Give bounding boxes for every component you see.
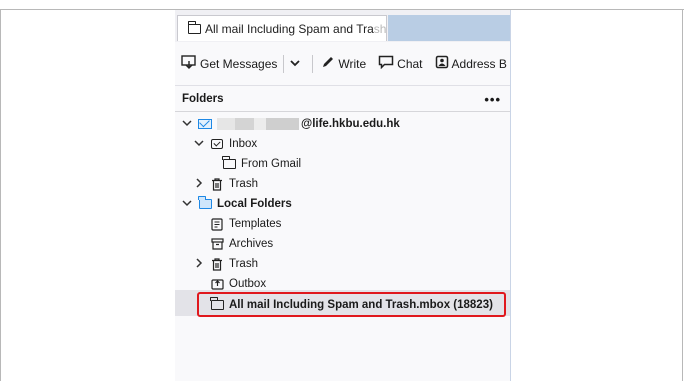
chevron-right-icon[interactable] <box>193 257 205 271</box>
more-menu-icon[interactable]: ••• <box>484 92 501 107</box>
outbox-icon <box>209 277 225 291</box>
archive-icon <box>209 237 225 251</box>
archives-label: Archives <box>229 238 274 250</box>
tab-bar: All mail Including Spam and Tra sh <box>175 10 511 42</box>
inbox-label: Inbox <box>229 138 258 150</box>
templates-label: Templates <box>229 218 282 230</box>
tree-row-templates[interactable]: Templates <box>193 214 281 234</box>
address-book-icon <box>435 55 449 72</box>
header-divider <box>175 111 511 112</box>
folders-title: Folders <box>182 93 224 105</box>
chat-button[interactable]: Chat <box>378 55 423 72</box>
address-book-button[interactable]: Address B <box>435 55 507 72</box>
tree-row-archives[interactable]: Archives <box>193 234 273 254</box>
toolbar-separator <box>283 54 285 73</box>
local-folders-label: Local Folders <box>217 198 292 210</box>
chat-label: Chat <box>397 56 423 71</box>
tree-row-account[interactable]: @life.hkbu.edu.hk <box>181 114 400 134</box>
mail-toolbar: Get Messages Write Chat Address B <box>175 42 511 86</box>
download-icon <box>181 55 197 72</box>
toolbar-separator <box>312 54 314 73</box>
from-gmail-label: From Gmail <box>241 158 302 170</box>
tab-all-mail[interactable]: All mail Including Spam and Tra sh <box>177 15 387 41</box>
chevron-down-icon[interactable] <box>181 119 193 130</box>
chevron-down-icon[interactable] <box>290 58 301 70</box>
account-email: @life.hkbu.edu.hk <box>301 118 400 130</box>
address-book-label: Address B <box>451 56 507 71</box>
tab-title-fade: sh <box>373 21 387 36</box>
trash-label: Trash <box>229 178 258 190</box>
pencil-icon <box>321 55 335 72</box>
chat-icon <box>378 55 394 72</box>
templates-icon <box>209 217 225 231</box>
write-label: Write <box>338 56 367 71</box>
mail-account-icon <box>197 117 213 131</box>
folders-pane-header: Folders ••• <box>175 87 511 111</box>
tree-row-from-gmail[interactable]: From Gmail <box>205 154 301 174</box>
outbox-label: Outbox <box>229 278 267 290</box>
thunderbird-window: All mail Including Spam and Tra sh Get Me… <box>175 10 511 381</box>
tree-row-local-trash[interactable]: Trash <box>193 254 258 274</box>
chevron-down-icon[interactable] <box>181 199 193 210</box>
tree-row-local-folders[interactable]: Local Folders <box>181 194 292 214</box>
tree-row-trash[interactable]: Trash <box>193 174 258 194</box>
tree-row-inbox[interactable]: Inbox <box>193 134 257 154</box>
trash-icon <box>209 257 225 271</box>
get-messages-label: Get Messages <box>200 56 278 71</box>
get-messages-button[interactable]: Get Messages <box>181 55 277 72</box>
write-button[interactable]: Write <box>321 55 366 72</box>
screenshot-frame-right <box>682 9 683 381</box>
chevron-down-icon[interactable] <box>193 139 205 150</box>
red-highlight-annotation <box>197 292 506 317</box>
folder-icon <box>187 20 201 36</box>
tab-bar-empty-space[interactable] <box>388 15 511 41</box>
local-trash-label: Trash <box>229 258 258 270</box>
local-folders-icon <box>197 196 213 211</box>
tab-title: All mail Including Spam and Tra <box>205 21 374 36</box>
trash-icon <box>209 177 225 191</box>
tree-row-outbox[interactable]: Outbox <box>193 274 266 294</box>
chevron-right-icon[interactable] <box>193 177 205 191</box>
window-right-edge <box>510 10 511 381</box>
folder-icon <box>221 156 237 171</box>
screenshot-frame-left <box>0 9 1 381</box>
inbox-icon <box>209 137 225 151</box>
redacted-email-prefix <box>217 118 299 130</box>
